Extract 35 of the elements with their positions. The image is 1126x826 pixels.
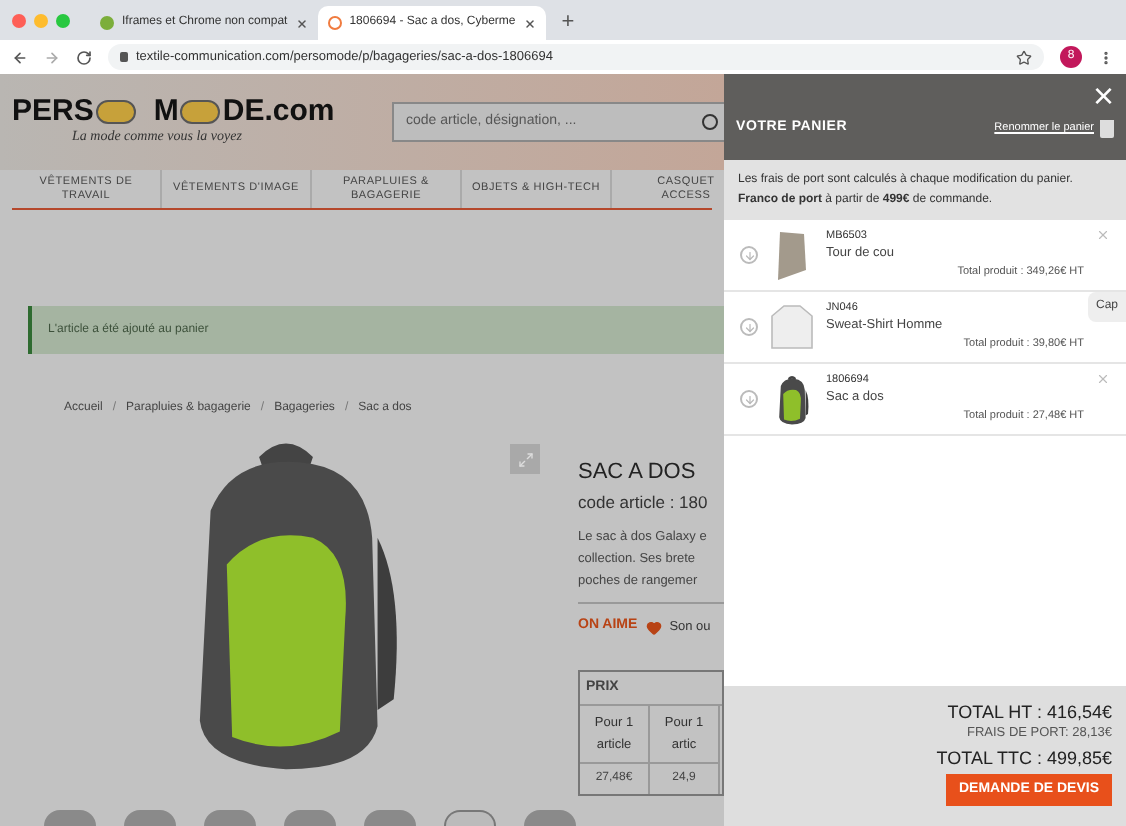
expand-button[interactable] — [510, 444, 540, 474]
logo-text: DE.com — [222, 96, 335, 127]
reload-icon[interactable] — [76, 49, 92, 65]
thumbnail[interactable] — [44, 810, 96, 826]
thumbnail[interactable] — [284, 810, 336, 826]
total-ttc: TOTAL TTC : 499,85€ — [936, 748, 1112, 770]
thumbnail[interactable] — [124, 810, 176, 826]
close-icon[interactable] — [295, 17, 308, 29]
back-icon[interactable] — [12, 49, 28, 65]
heart-icon — [645, 619, 662, 635]
close-icon[interactable]: × — [1092, 78, 1114, 114]
total-ht: TOTAL HT : 416,54€ — [947, 702, 1112, 724]
download-icon[interactable] — [740, 318, 758, 336]
eye-icon — [180, 99, 221, 124]
thumbnail[interactable] — [364, 810, 416, 826]
product-code: code article : 180 — [578, 489, 710, 515]
thumbnail[interactable] — [444, 810, 496, 826]
menu-icon[interactable] — [1098, 49, 1114, 65]
sweatshirt-photo — [770, 303, 814, 351]
logo-text: M — [153, 96, 179, 127]
download-icon[interactable] — [740, 390, 758, 408]
close-icon[interactable] — [523, 17, 536, 29]
product-title: SAC A DOS — [578, 458, 698, 488]
star-icon[interactable] — [1016, 49, 1032, 65]
expand-icon — [517, 451, 533, 467]
eye-icon — [95, 99, 136, 124]
thumbnail[interactable] — [204, 810, 256, 826]
remove-icon[interactable] — [1096, 372, 1110, 386]
download-icon[interactable] — [740, 246, 758, 264]
logo-text: PERS — [12, 96, 94, 127]
new-tab-button[interactable]: + — [561, 12, 575, 34]
scarf-photo — [772, 229, 812, 281]
remove-icon[interactable] — [1096, 228, 1110, 242]
forward-icon[interactable] — [44, 49, 60, 65]
thumbnail[interactable] — [524, 810, 576, 826]
